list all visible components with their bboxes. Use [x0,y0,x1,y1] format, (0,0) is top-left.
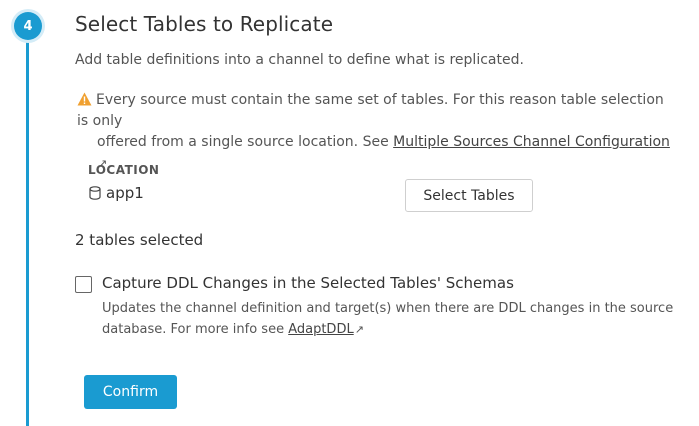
page-subtitle: Add table definitions into a channel to … [75,52,524,68]
adaptddl-link[interactable]: AdaptDDL [288,322,354,337]
ddl-desc-line2: database. For more info see [102,322,289,337]
warning-text-line1: Every source must contain the same set o… [77,92,664,129]
database-icon [89,186,101,200]
warning-text-line2: offered from a single source location. S… [97,134,394,150]
confirm-button[interactable]: Confirm [84,375,177,409]
capture-ddl-description: Updates the channel definition and targe… [102,298,682,340]
external-link-icon: ↗ [354,323,364,336]
location-name: app1 [106,184,144,202]
capture-ddl-checkbox[interactable] [75,276,92,293]
location-row: app1 [89,184,144,202]
warning-triangle-icon [77,92,92,106]
capture-ddl-label[interactable]: Capture DDL Changes in the Selected Tabl… [102,274,514,292]
tables-selected-count: 2 tables selected [75,231,204,249]
select-tables-button[interactable]: Select Tables [405,179,533,212]
multiple-sources-link[interactable]: Multiple Sources Channel Configuration [393,134,670,150]
warning-message: Every source must contain the same set o… [77,90,677,174]
step-number-badge: 4 [14,12,42,40]
ddl-desc-line1: Updates the channel definition and targe… [102,301,674,316]
location-column-header: LOCATION [88,163,160,177]
step-connector-line [26,36,29,426]
page-title: Select Tables to Replicate [75,12,334,36]
